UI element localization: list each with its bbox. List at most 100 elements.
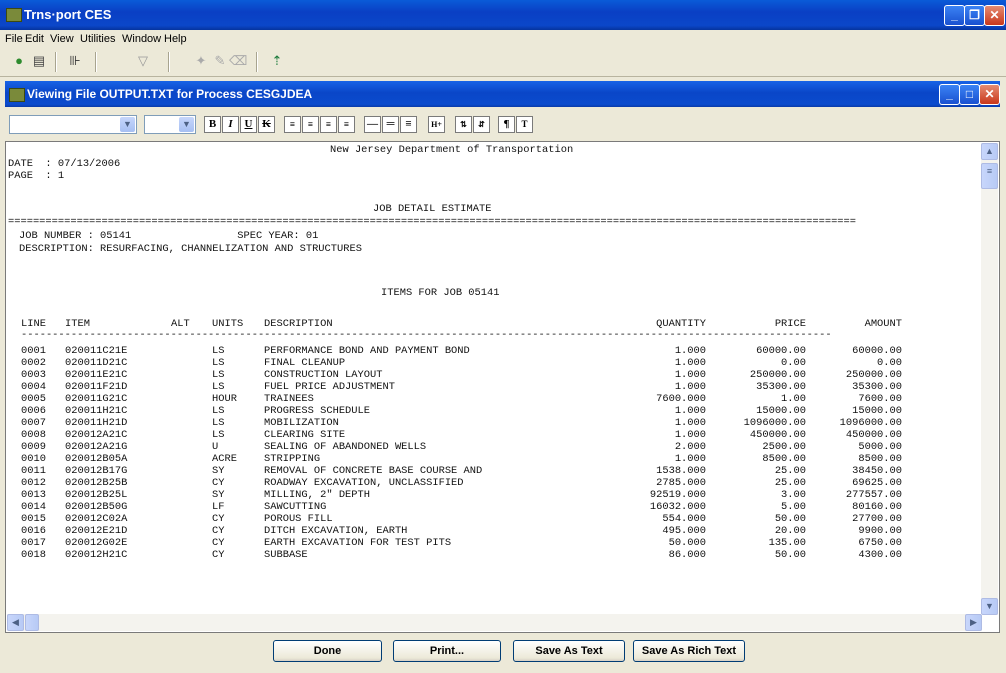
scroll-right-icon[interactable]: ▶ bbox=[965, 614, 982, 631]
save-as-text-button[interactable]: Save As Text bbox=[513, 640, 625, 662]
cell-line: 0004 bbox=[21, 381, 46, 393]
menu-file[interactable]: File bbox=[5, 33, 23, 45]
cell-description: ROADWAY EXCAVATION, UNCLASSIFIED bbox=[264, 477, 464, 489]
cell-units: LS bbox=[212, 345, 225, 357]
document-view[interactable]: New Jersey Department of Transportation … bbox=[5, 141, 1000, 633]
cell-units: SY bbox=[212, 465, 225, 477]
viewer-maximize-icon[interactable]: □ bbox=[959, 84, 980, 105]
scroll-down-icon[interactable]: ▼ bbox=[981, 598, 998, 615]
italic-button[interactable]: I bbox=[222, 116, 239, 133]
close-icon[interactable]: ✕ bbox=[984, 5, 1005, 26]
hscroll-thumb[interactable] bbox=[25, 614, 39, 631]
report-text: New Jersey Department of Transportation … bbox=[8, 142, 976, 614]
scroll-thumb[interactable]: ≡ bbox=[981, 163, 998, 189]
bold-button[interactable]: B bbox=[204, 116, 221, 133]
cell-quantity: 16032.000 bbox=[649, 501, 706, 513]
up-arrow-icon[interactable]: ⇡ bbox=[268, 53, 286, 69]
cell-line: 0010 bbox=[21, 453, 46, 465]
cell-price: 8500.00 bbox=[762, 453, 806, 465]
cell-price: 35300.00 bbox=[756, 381, 806, 393]
cell-item: 020012B25B bbox=[65, 477, 128, 489]
menu-bar: File Edit View Utilities Window Help bbox=[0, 30, 1006, 48]
save-as-rich-text-button[interactable]: Save As Rich Text bbox=[633, 640, 745, 662]
viewer-close-icon[interactable]: ✕ bbox=[979, 84, 1000, 105]
eraser-icon[interactable]: ⌫ bbox=[229, 53, 247, 69]
menu-view[interactable]: View bbox=[50, 33, 74, 45]
cell-description: FINAL CLEANUP bbox=[264, 357, 346, 369]
paragraph-icon[interactable]: ¶ bbox=[498, 116, 515, 133]
cell-line: 0014 bbox=[21, 501, 46, 513]
align-right-icon[interactable]: ≡ bbox=[320, 116, 337, 133]
align-left-icon[interactable]: ≡ bbox=[284, 116, 301, 133]
cell-description: DITCH EXCAVATION, EARTH bbox=[264, 525, 408, 537]
cell-amount: 35300.00 bbox=[852, 381, 902, 393]
menu-window[interactable]: Window bbox=[122, 33, 161, 45]
line-spacing-single-icon[interactable]: ― bbox=[364, 116, 381, 133]
font-name-select[interactable]: ▼ bbox=[9, 115, 137, 134]
cell-item: 020011F21D bbox=[65, 381, 128, 393]
cell-price: 450000.00 bbox=[749, 429, 806, 441]
cell-units: CY bbox=[212, 513, 225, 525]
font-size-select[interactable]: ▼ bbox=[144, 115, 196, 134]
menu-utilities[interactable]: Utilities bbox=[80, 33, 115, 45]
indent-icon[interactable]: H+ bbox=[428, 116, 445, 133]
spacing-down-icon[interactable]: ⇵ bbox=[473, 116, 490, 133]
viewer-minimize-icon[interactable]: _ bbox=[939, 84, 960, 105]
cell-price: 50.00 bbox=[774, 513, 806, 525]
restore-icon[interactable]: ❐ bbox=[964, 5, 985, 26]
line-spacing-double-icon[interactable]: ═ bbox=[382, 116, 399, 133]
menu-help[interactable]: Help bbox=[164, 33, 187, 45]
strikethrough-button[interactable]: K bbox=[258, 116, 275, 133]
description-line: DESCRIPTION: RESURFACING, CHANNELIZATION… bbox=[19, 243, 362, 255]
vertical-scrollbar[interactable]: ▲ ≡ ▼ bbox=[981, 143, 998, 615]
cell-price: 15000.00 bbox=[756, 405, 806, 417]
cell-item: 020011E21C bbox=[65, 369, 128, 381]
color-icon[interactable]: T bbox=[516, 116, 533, 133]
cell-description: MILLING, 2" DEPTH bbox=[264, 489, 371, 501]
cell-units: LS bbox=[212, 429, 225, 441]
cell-units: SY bbox=[212, 489, 225, 501]
cell-description: SEALING OF ABANDONED WELLS bbox=[264, 441, 427, 453]
cell-line: 0007 bbox=[21, 417, 46, 429]
door-icon[interactable]: ⊪ bbox=[66, 53, 84, 69]
cell-item: 020012G02E bbox=[65, 537, 128, 549]
viewer-window: Viewing File OUTPUT.TXT for Process CESG… bbox=[5, 81, 1000, 668]
done-button[interactable]: Done bbox=[273, 640, 382, 662]
cell-description: MOBILIZATION bbox=[264, 417, 339, 429]
underline-button[interactable]: U bbox=[240, 116, 257, 133]
scroll-up-icon[interactable]: ▲ bbox=[981, 143, 998, 160]
line-spacing-triple-icon[interactable]: ≡ bbox=[400, 116, 417, 133]
horizontal-scrollbar[interactable]: ◀ ▶ bbox=[7, 614, 982, 631]
cell-description: SAWCUTTING bbox=[264, 501, 327, 513]
menu-edit[interactable]: Edit bbox=[25, 33, 44, 45]
edit-icon[interactable]: ✎ bbox=[211, 53, 229, 69]
minimize-icon[interactable]: _ bbox=[944, 5, 965, 26]
cell-units: LS bbox=[212, 369, 225, 381]
format-toolbar: ▼ ▼ B I U K ≡ ≡ ≡ ≡ ― ═ ≡ H+ ⇅ ⇵ ¶ T bbox=[5, 107, 1000, 141]
cell-description: FUEL PRICE ADJUSTMENT bbox=[264, 381, 395, 393]
spacing-icon[interactable]: ⇅ bbox=[455, 116, 472, 133]
cell-amount: 7600.00 bbox=[858, 393, 902, 405]
filter-icon[interactable]: ▽ bbox=[134, 53, 152, 69]
cell-price: 2500.00 bbox=[762, 441, 806, 453]
cell-amount: 6750.00 bbox=[858, 537, 902, 549]
cell-quantity: 1.000 bbox=[674, 429, 706, 441]
cell-line: 0008 bbox=[21, 429, 46, 441]
globe-icon[interactable]: ● bbox=[10, 53, 28, 69]
cell-price: 1096000.00 bbox=[743, 417, 806, 429]
cell-description: CONSTRUCTION LAYOUT bbox=[264, 369, 383, 381]
cell-price: 20.00 bbox=[774, 525, 806, 537]
cell-description: TRAINEES bbox=[264, 393, 314, 405]
cell-line: 0017 bbox=[21, 537, 46, 549]
report-agency: New Jersey Department of Transportation bbox=[330, 144, 574, 156]
cell-quantity: 1.000 bbox=[674, 405, 706, 417]
justify-icon[interactable]: ≡ bbox=[338, 116, 355, 133]
cell-item: 020012E21D bbox=[65, 525, 128, 537]
new-icon[interactable]: ✦ bbox=[192, 53, 210, 69]
cell-amount: 27700.00 bbox=[852, 513, 902, 525]
cell-units: CY bbox=[212, 537, 225, 549]
scroll-left-icon[interactable]: ◀ bbox=[7, 614, 24, 631]
align-center-icon[interactable]: ≡ bbox=[302, 116, 319, 133]
print-button[interactable]: Print... bbox=[393, 640, 501, 662]
report-icon[interactable]: ▤ bbox=[30, 53, 48, 69]
